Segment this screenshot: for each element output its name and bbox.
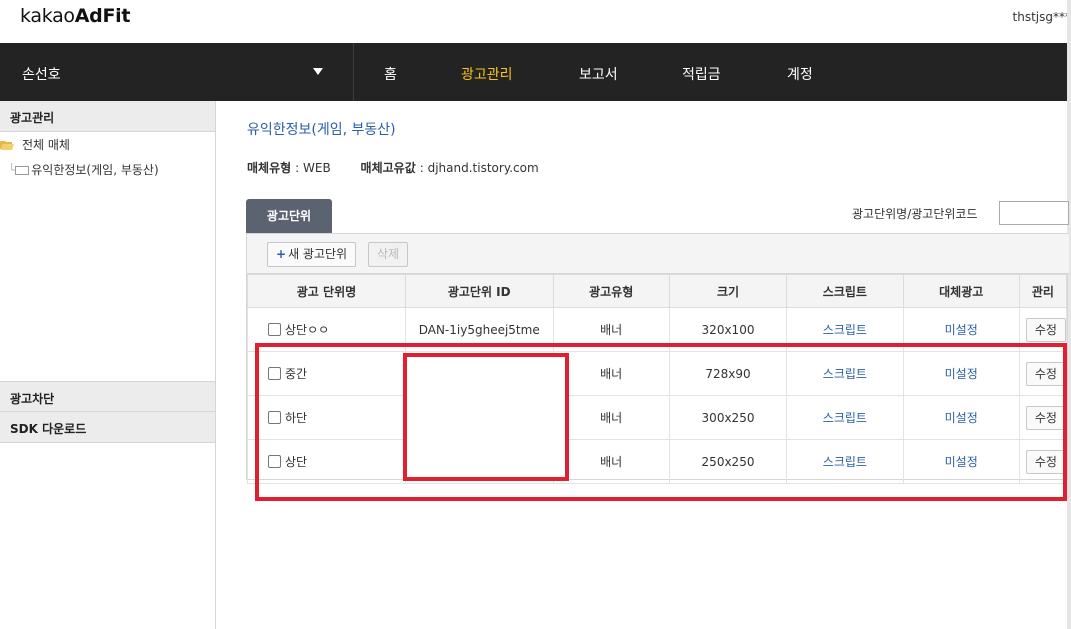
media-meta: 매체유형: WEB 매체고유값: djhand.tistory.com [247,161,539,175]
ad-size: 320x100 [668,307,788,352]
tree-item-media[interactable]: └ 유익한정보(게임, 부동산) [8,161,159,178]
redaction-box [407,357,565,477]
ad-size: 300x250 [668,395,788,440]
edit-button[interactable]: 수정 [1025,317,1066,342]
table-row: 상단 배너 250x250 스크립트 미설정 수정 [247,439,1068,484]
nav-report[interactable]: 보고서 [579,64,618,84]
col-header-id: 광고단위 ID [404,274,554,308]
delete-button[interactable]: 삭제 [368,242,409,267]
nav-account[interactable]: 계정 [787,64,813,84]
tab-ad-unit[interactable]: 광고단위 [246,199,332,233]
edit-button[interactable]: 수정 [1025,361,1066,386]
tree-branch-line: └ [8,163,16,177]
ad-type: 배너 [552,439,670,484]
page-title: 유익한정보(게임, 부동산) [247,122,396,138]
ad-unit-name: 중간 [285,367,308,381]
plus-icon: + [276,247,287,261]
script-link[interactable]: 스크립트 [823,455,867,469]
ad-unit-name: 상단 [285,455,308,469]
sidebar: 광고관리 전체 매체 └ 유익한정보(게임, 부동산) 광고차단 SDK 다운로드 [0,101,216,629]
table-row: 하단 배너 300x250 스크립트 미설정 수정 [247,395,1068,440]
kakao-adfit-logo[interactable]: kakaoAdFit [20,5,130,27]
ad-unit-table: 광고 단위명 광고단위 ID 광고유형 크기 스크립트 대체광고 관리 상단ㅇㅇ… [247,274,1068,484]
fallback-link[interactable]: 미설정 [945,323,978,337]
edit-button[interactable]: 수정 [1025,405,1066,430]
global-nav: 손선호 홈 광고관리 보고서 적립금 계정 [0,43,1067,101]
col-header-fallback: 대체광고 [902,274,1020,308]
media-selector[interactable]: 손선호 [0,43,354,101]
col-header-size: 크기 [668,274,788,308]
col-header-script: 스크립트 [786,274,904,308]
ad-unit-id: DAN-1iy5gheej5tme [404,307,554,352]
col-header-type: 광고유형 [552,274,670,308]
script-link[interactable]: 스크립트 [823,411,867,425]
sidebar-section-ad-block[interactable]: 광고차단 [0,381,215,412]
nav-ad-manage[interactable]: 광고관리 [461,64,513,84]
script-link[interactable]: 스크립트 [823,323,867,337]
user-id[interactable]: thstjsg*** [1013,10,1071,24]
fallback-link[interactable]: 미설정 [945,455,978,469]
ad-type: 배너 [552,307,670,352]
ad-type: 배너 [552,351,670,396]
col-header-name: 광고 단위명 [247,274,406,308]
ad-type: 배너 [552,395,670,440]
toolbar: + 새 광고단위 삭제 [247,234,1069,274]
row-checkbox[interactable] [268,367,281,380]
media-selector-label: 손선호 [22,67,61,83]
fallback-link[interactable]: 미설정 [945,367,978,381]
table-row: 상단ㅇㅇ DAN-1iy5gheej5tme 배너 320x100 스크립트 미… [247,307,1068,352]
new-ad-unit-button[interactable]: + 새 광고단위 [267,242,357,267]
row-checkbox[interactable] [268,323,281,336]
row-checkbox[interactable] [268,455,281,468]
script-link[interactable]: 스크립트 [823,367,867,381]
search-input[interactable] [999,201,1069,225]
open-folder-icon [0,141,14,150]
sidebar-section-sdk[interactable]: SDK 다운로드 [0,412,215,443]
sidebar-section-ad-manage[interactable]: 광고관리 [0,101,215,132]
ad-size: 250x250 [668,439,788,484]
ad-unit-name: 상단ㅇㅇ [285,323,330,337]
ad-size: 728x90 [668,351,788,396]
tree-item-all-media[interactable]: 전체 매체 [0,136,70,153]
main-content: 유익한정보(게임, 부동산) 매체유형: WEB 매체고유값: djhand.t… [217,101,1069,629]
col-header-manage: 관리 [1018,274,1068,308]
top-bar: kakaoAdFit thstjsg*** [0,0,1071,43]
ad-unit-name: 하단 [285,411,308,425]
edit-button[interactable]: 수정 [1025,449,1066,474]
ad-unit-panel: + 새 광고단위 삭제 광고 단위명 광고단위 ID 광고유형 크기 스크립트 대… [246,233,1069,484]
nav-credit[interactable]: 적립금 [682,64,721,84]
row-checkbox[interactable] [268,411,281,424]
folder-icon [15,166,30,175]
nav-home[interactable]: 홈 [384,64,397,84]
fallback-link[interactable]: 미설정 [945,411,978,425]
caret-down-icon[interactable] [313,68,323,75]
table-row: 중간 배너 728x90 스크립트 미설정 수정 [247,351,1068,396]
search-label: 광고단위명/광고단위코드 [852,207,978,221]
